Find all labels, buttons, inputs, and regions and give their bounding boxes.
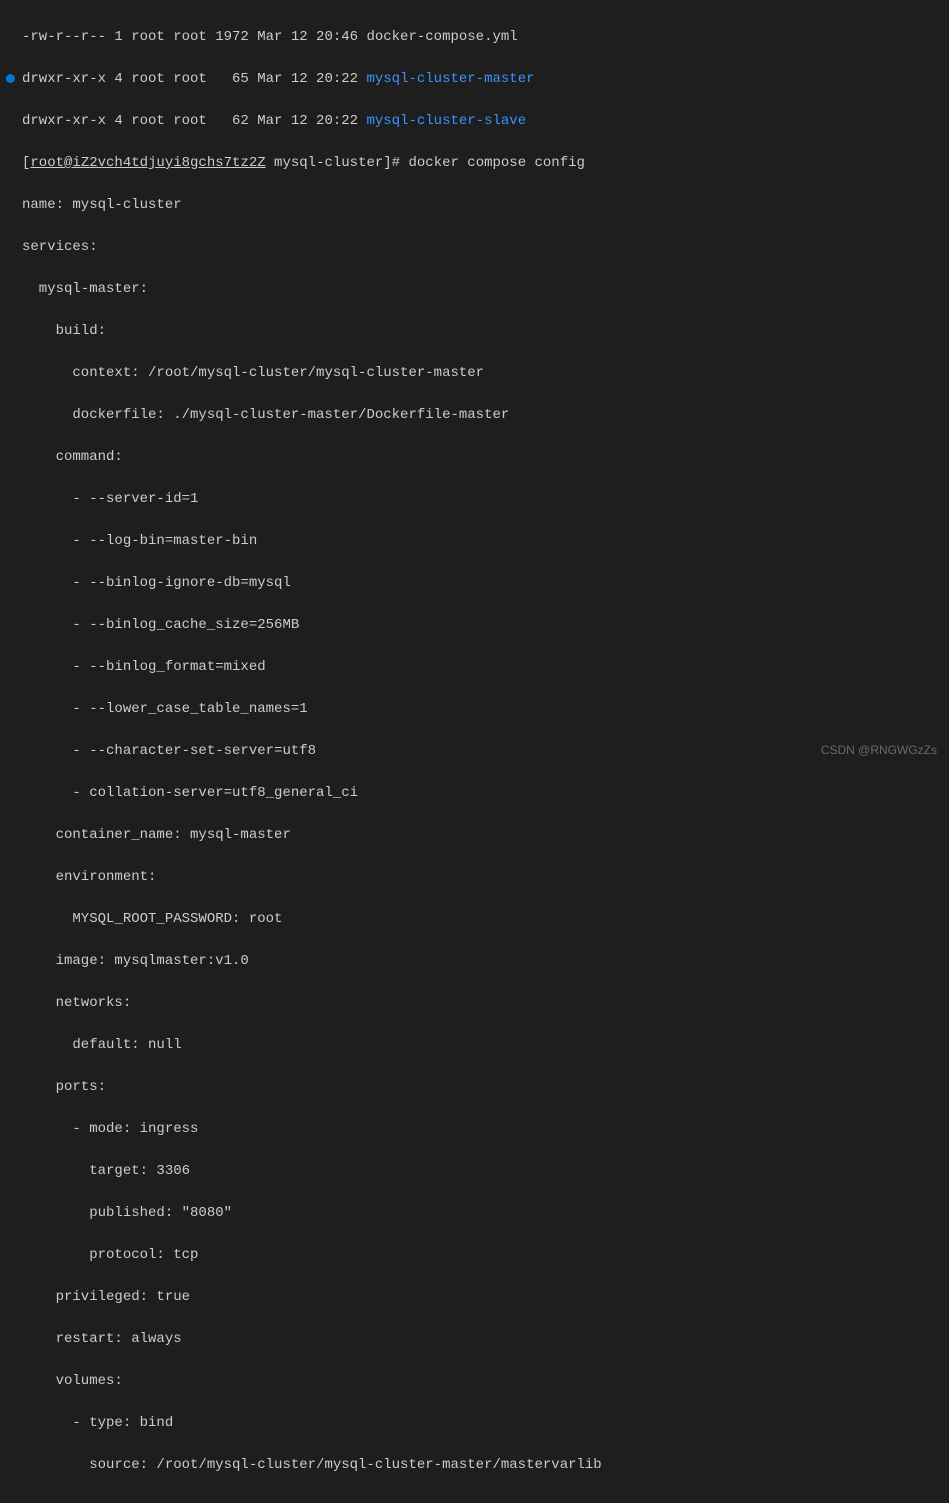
modified-indicator-icon xyxy=(6,74,15,83)
ls-row-dir: drwxr-xr-x 4 root root 62 Mar 12 20:22 m… xyxy=(22,111,949,132)
ls-row-file: -rw-r--r-- 1 root root 1972 Mar 12 20:46… xyxy=(22,27,949,48)
config-line: build: xyxy=(22,321,949,342)
config-line: - --log-bin=master-bin xyxy=(22,531,949,552)
config-line: context: /root/mysql-cluster/mysql-clust… xyxy=(22,363,949,384)
config-line: name: mysql-cluster xyxy=(22,195,949,216)
config-line: networks: xyxy=(22,993,949,1014)
ls-row-dir: drwxr-xr-x 4 root root 65 Mar 12 20:22 m… xyxy=(22,69,949,90)
config-line: - --server-id=1 xyxy=(22,489,949,510)
config-line: - --binlog_format=mixed xyxy=(22,657,949,678)
ls-row-perms: drwxr-xr-x 4 root root 62 Mar 12 20:22 xyxy=(22,113,366,129)
config-line: default: null xyxy=(22,1035,949,1056)
config-line: environment: xyxy=(22,867,949,888)
config-line: mysql-master: xyxy=(22,279,949,300)
config-line: - collation-server=utf8_general_ci xyxy=(22,783,949,804)
config-line: volumes: xyxy=(22,1371,949,1392)
config-line: services: xyxy=(22,237,949,258)
config-line: - --binlog_cache_size=256MB xyxy=(22,615,949,636)
config-line: dockerfile: ./mysql-cluster-master/Docke… xyxy=(22,405,949,426)
config-line: restart: always xyxy=(22,1329,949,1350)
config-line: protocol: tcp xyxy=(22,1245,949,1266)
config-line: target: 3306 xyxy=(22,1161,949,1182)
terminal-output[interactable]: -rw-r--r-- 1 root root 1972 Mar 12 20:46… xyxy=(0,0,949,1503)
prompt-userhost: root@iZ2vch4tdjuyi8gchs7tz2Z xyxy=(30,155,265,171)
config-line: - --binlog-ignore-db=mysql xyxy=(22,573,949,594)
config-line: published: "8080" xyxy=(22,1203,949,1224)
config-line: MYSQL_ROOT_PASSWORD: root xyxy=(22,909,949,930)
config-line: source: /root/mysql-cluster/mysql-cluste… xyxy=(22,1455,949,1476)
shell-prompt-line: [root@iZ2vch4tdjuyi8gchs7tz2Z mysql-clus… xyxy=(22,153,949,174)
config-line: command: xyxy=(22,447,949,468)
config-line: - type: bind xyxy=(22,1413,949,1434)
directory-link-master[interactable]: mysql-cluster-master xyxy=(366,71,534,87)
config-line: container_name: mysql-master xyxy=(22,825,949,846)
config-line: - --lower_case_table_names=1 xyxy=(22,699,949,720)
config-line: image: mysqlmaster:v1.0 xyxy=(22,951,949,972)
config-line: - --character-set-server=utf8 xyxy=(22,741,949,762)
config-line: privileged: true xyxy=(22,1287,949,1308)
directory-link-slave[interactable]: mysql-cluster-slave xyxy=(366,113,526,129)
config-line: ports: xyxy=(22,1077,949,1098)
ls-row-perms: drwxr-xr-x 4 root root 65 Mar 12 20:22 xyxy=(22,71,366,87)
prompt-cwd: mysql-cluster]# xyxy=(266,155,409,171)
config-line: - mode: ingress xyxy=(22,1119,949,1140)
command-text: docker compose config xyxy=(408,155,584,171)
watermark-text: CSDN @RNGWGzZs xyxy=(821,741,937,759)
